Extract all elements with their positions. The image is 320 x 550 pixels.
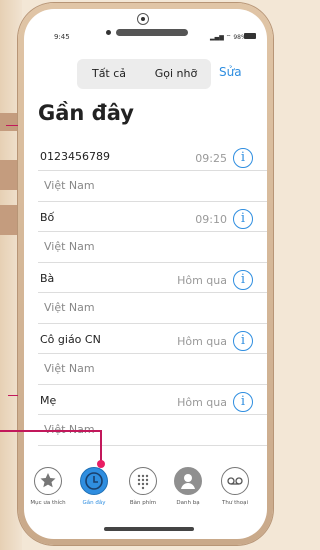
annotation-line <box>100 430 102 464</box>
phone-frame: 9:45 ▂▄▆ ⌔ 98% Tất cả Gọi nhỡ Sửa Gần đâ… <box>18 3 273 545</box>
segment-all[interactable]: Tất cả <box>79 59 139 89</box>
info-icon[interactable]: i <box>233 392 253 412</box>
sensor-dot <box>106 30 111 35</box>
call-time: 09:25 <box>195 152 227 165</box>
notch <box>102 13 190 43</box>
call-time: Hôm qua <box>177 396 227 409</box>
status-time: 9:45 <box>54 33 70 41</box>
tab-keypad[interactable]: Bàn phím <box>119 467 167 506</box>
segment-missed[interactable]: Gọi nhỡ <box>143 59 209 89</box>
divider <box>38 353 267 354</box>
call-name: Mẹ <box>40 394 57 407</box>
annotation-line <box>6 125 18 126</box>
divider <box>38 231 267 232</box>
call-location: Việt Nam <box>44 362 95 375</box>
call-location: Việt Nam <box>44 179 95 192</box>
clock-icon <box>80 467 108 495</box>
call-time: 09:10 <box>195 213 227 226</box>
segmented-control: Tất cả Gọi nhỡ <box>77 59 211 89</box>
call-time: Hôm qua <box>177 274 227 287</box>
call-row[interactable]: Bà Hôm qua i Việt Nam <box>24 268 267 328</box>
annotation-dot <box>97 460 105 468</box>
star-icon <box>34 467 62 495</box>
call-location: Việt Nam <box>44 240 95 253</box>
call-row[interactable]: 0123456789 09:25 i Việt Nam <box>24 146 267 206</box>
annotation-line <box>8 395 18 396</box>
phone-screen: 9:45 ▂▄▆ ⌔ 98% Tất cả Gọi nhỡ Sửa Gần đâ… <box>24 9 267 539</box>
call-time: Hôm qua <box>177 335 227 348</box>
voicemail-icon <box>221 467 249 495</box>
contact-icon <box>174 467 202 495</box>
call-location: Việt Nam <box>44 301 95 314</box>
call-row[interactable]: Cô giáo CN Hôm qua i Việt Nam <box>24 329 267 389</box>
divider <box>38 292 267 293</box>
tab-contacts[interactable]: Danh bạ <box>164 467 212 506</box>
info-icon[interactable]: i <box>233 209 253 229</box>
tab-favorites[interactable]: Mục ưa thích <box>24 467 72 506</box>
camera-icon <box>137 13 149 25</box>
home-indicator[interactable] <box>104 527 194 531</box>
edit-button[interactable]: Sửa <box>219 65 242 79</box>
background-tab <box>0 113 20 131</box>
keypad-icon <box>129 467 157 495</box>
info-icon[interactable]: i <box>233 148 253 168</box>
divider <box>38 170 267 171</box>
call-name: 0123456789 <box>40 150 110 163</box>
call-row[interactable]: Bố 09:10 i Việt Nam <box>24 207 267 267</box>
divider <box>38 201 267 202</box>
divider <box>38 414 267 415</box>
tab-bar: Mục ưa thích Gần đây Bàn phím Danh bạ Th… <box>24 467 267 527</box>
call-name: Bà <box>40 272 55 285</box>
info-icon[interactable]: i <box>233 331 253 351</box>
tab-label: Bàn phím <box>129 500 157 506</box>
call-name: Bố <box>40 211 55 224</box>
page-title: Gần đây <box>38 101 134 125</box>
tab-label: Gần đây <box>82 500 106 506</box>
divider <box>38 384 267 385</box>
background-tab <box>0 205 20 235</box>
call-row[interactable]: Mẹ Hôm qua i Việt Nam <box>24 390 267 450</box>
tab-label: Thư thoại <box>222 500 248 506</box>
battery-icon <box>244 33 256 39</box>
call-name: Cô giáo CN <box>40 333 101 346</box>
info-icon[interactable]: i <box>233 270 253 290</box>
divider <box>38 445 267 446</box>
annotation-line <box>0 430 100 432</box>
divider <box>38 262 267 263</box>
tab-recents[interactable]: Gần đây <box>70 467 118 506</box>
tab-voicemail[interactable]: Thư thoại <box>211 467 259 506</box>
signal-wifi-icon: ▂▄▆ ⌔ 98% <box>210 34 247 41</box>
divider <box>38 323 267 324</box>
status-bar: 9:45 ▂▄▆ ⌔ 98% <box>24 9 267 53</box>
speaker-bar <box>116 29 188 36</box>
background-tab <box>0 160 20 190</box>
tab-label: Mục ưa thích <box>30 500 66 506</box>
tab-label: Danh bạ <box>176 500 200 506</box>
